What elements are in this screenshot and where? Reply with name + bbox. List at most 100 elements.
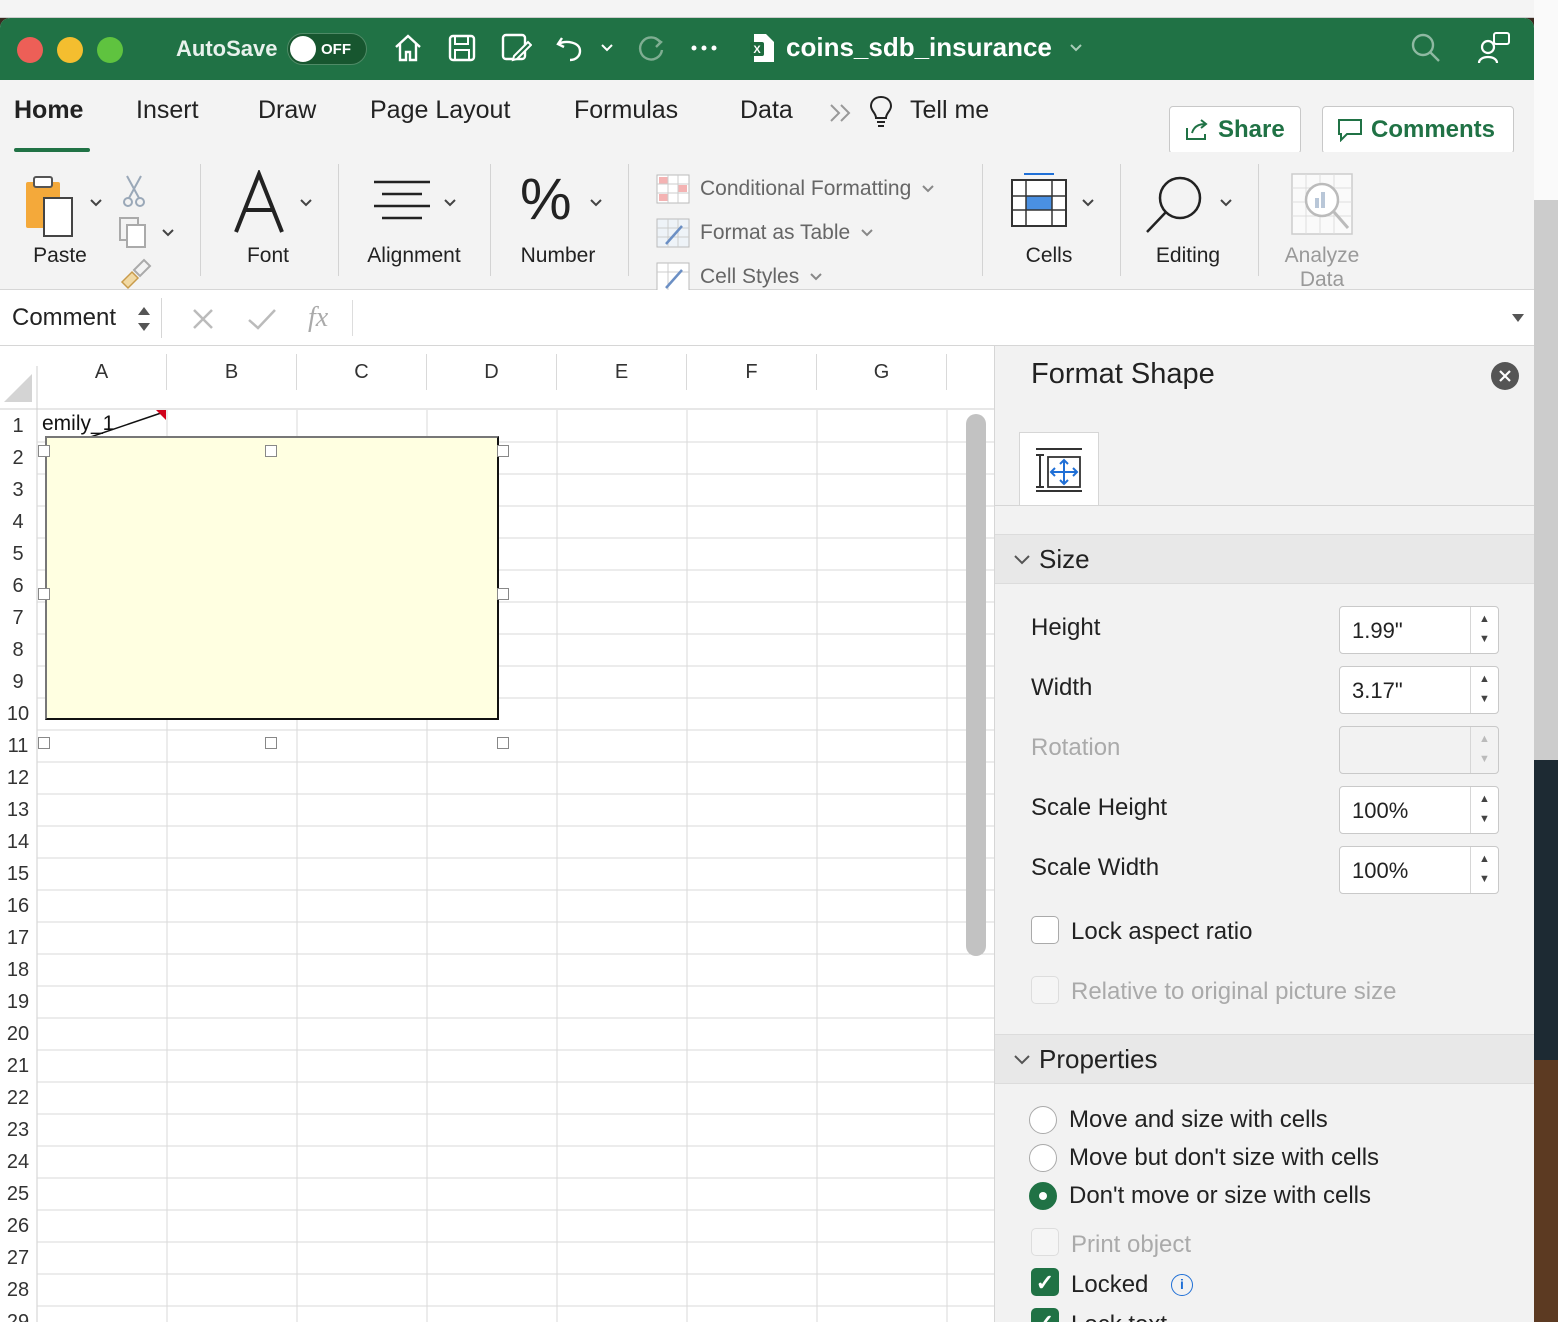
cut-icon[interactable] (120, 174, 148, 213)
row-header[interactable]: 23 (0, 1114, 36, 1146)
radio-move-only[interactable] (1029, 1144, 1057, 1172)
resize-handle-right[interactable] (497, 588, 509, 600)
zoom-window-button[interactable] (97, 37, 123, 63)
title-chevron-down-icon[interactable] (1064, 30, 1088, 66)
analyze-data-label-2[interactable]: Data (1276, 268, 1368, 292)
column-header[interactable]: E (557, 354, 687, 390)
alignment-icon[interactable] (372, 180, 432, 229)
resize-handle-left[interactable] (38, 588, 50, 600)
properties-section-header[interactable]: Properties (995, 1034, 1534, 1084)
analyze-data-icon[interactable] (1290, 172, 1356, 241)
number-dropdown-icon[interactable] (588, 196, 604, 214)
expand-formula-bar-icon[interactable] (1510, 312, 1526, 324)
save-as-icon[interactable] (498, 30, 534, 66)
feedback-icon[interactable] (1476, 30, 1512, 66)
cells-dropdown-icon[interactable] (1080, 196, 1096, 214)
row-header[interactable]: 24 (0, 1146, 36, 1178)
row-header[interactable]: 25 (0, 1178, 36, 1210)
editing-label[interactable]: Editing (1146, 244, 1230, 268)
row-header[interactable]: 19 (0, 986, 36, 1018)
minimize-window-button[interactable] (57, 37, 83, 63)
close-panel-button[interactable] (1491, 362, 1519, 390)
tell-me-search[interactable]: Tell me (910, 96, 989, 125)
editing-search-icon[interactable] (1144, 174, 1210, 241)
autosave-toggle[interactable]: OFF (287, 33, 367, 65)
row-header[interactable]: 22 (0, 1082, 36, 1114)
percent-icon[interactable]: % (520, 166, 572, 233)
undo-dropdown-icon[interactable] (592, 30, 622, 66)
analyze-data-label-1[interactable]: Analyze (1276, 244, 1368, 268)
row-header[interactable]: 8 (0, 634, 36, 666)
resize-handle-top-right[interactable] (497, 445, 509, 457)
row-header[interactable]: 17 (0, 922, 36, 954)
scale-width-spinner[interactable]: 100% ▲ ▼ (1339, 846, 1499, 894)
scale-height-spinner[interactable]: 100% ▲ ▼ (1339, 786, 1499, 834)
lock-aspect-ratio-label[interactable]: Lock aspect ratio (1071, 918, 1252, 946)
radio-move-and-size[interactable] (1029, 1106, 1057, 1134)
radio-move-only-label[interactable]: Move but don't size with cells (1069, 1144, 1379, 1172)
close-window-button[interactable] (17, 37, 43, 63)
alignment-label[interactable]: Alignment (356, 244, 472, 268)
locked-label[interactable]: Locked (1071, 1271, 1148, 1299)
row-header[interactable]: 27 (0, 1242, 36, 1274)
name-box[interactable]: Comment (0, 298, 162, 338)
resize-handle-bottom-right[interactable] (497, 737, 509, 749)
share-button[interactable]: Share (1169, 106, 1301, 154)
cells-label[interactable]: Cells (1010, 244, 1088, 268)
font-dropdown-icon[interactable] (298, 196, 314, 214)
row-header[interactable]: 13 (0, 794, 36, 826)
tab-formulas[interactable]: Formulas (574, 96, 678, 125)
row-header[interactable]: 5 (0, 538, 36, 570)
alignment-dropdown-icon[interactable] (442, 196, 458, 214)
comments-button[interactable]: Comments (1322, 106, 1514, 154)
column-header[interactable]: F (687, 354, 817, 390)
lock-aspect-ratio-checkbox[interactable] (1031, 916, 1059, 944)
paste-icon[interactable] (20, 174, 82, 243)
row-header[interactable]: 26 (0, 1210, 36, 1242)
height-stepper-arrows[interactable]: ▲ ▼ (1470, 607, 1498, 653)
resize-handle-top-left[interactable] (38, 445, 50, 457)
tab-page-layout[interactable]: Page Layout (370, 96, 510, 125)
height-value[interactable]: 1.99" (1352, 618, 1403, 644)
locked-checkbox[interactable]: ✓ (1031, 1268, 1059, 1296)
row-header[interactable]: 29 (0, 1306, 36, 1322)
lock-text-label[interactable]: Lock text (1071, 1311, 1167, 1322)
row-header[interactable]: 28 (0, 1274, 36, 1306)
copy-icon[interactable] (116, 216, 152, 255)
more-tabs-chevron-icon[interactable] (828, 102, 854, 129)
font-icon[interactable] (232, 168, 286, 241)
row-header[interactable]: 20 (0, 1018, 36, 1050)
lock-text-checkbox[interactable]: ✓ (1031, 1308, 1059, 1322)
tab-home[interactable]: Home (14, 96, 83, 125)
row-header[interactable]: 1 (0, 410, 36, 442)
confirm-entry-icon[interactable] (246, 306, 278, 332)
row-header[interactable]: 18 (0, 954, 36, 986)
width-value[interactable]: 3.17" (1352, 678, 1403, 704)
tab-insert[interactable]: Insert (136, 96, 199, 125)
home-icon[interactable] (390, 30, 426, 66)
font-label[interactable]: Font (228, 244, 308, 268)
conditional-formatting-button[interactable]: Conditional Formatting (656, 174, 935, 204)
row-header[interactable]: 16 (0, 890, 36, 922)
row-header[interactable]: 9 (0, 666, 36, 698)
copy-dropdown-icon[interactable] (160, 226, 176, 244)
scale-width-stepper-arrows[interactable]: ▲ ▼ (1470, 847, 1498, 893)
undo-icon[interactable] (552, 30, 588, 66)
redo-icon[interactable] (632, 30, 668, 66)
tab-draw[interactable]: Draw (258, 96, 316, 125)
cells-icon[interactable] (1010, 172, 1068, 233)
radio-dont-move-label[interactable]: Don't move or size with cells (1069, 1182, 1371, 1210)
column-header[interactable]: G (817, 354, 947, 390)
cell-styles-button[interactable]: Cell Styles (656, 262, 823, 292)
row-header[interactable]: 6 (0, 570, 36, 602)
row-header[interactable]: 4 (0, 506, 36, 538)
info-icon[interactable]: i (1171, 1274, 1193, 1296)
radio-move-and-size-label[interactable]: Move and size with cells (1069, 1106, 1328, 1134)
search-icon[interactable] (1408, 30, 1444, 66)
row-header[interactable]: 15 (0, 858, 36, 890)
document-title[interactable]: coins_sdb_insurance (786, 32, 1052, 63)
cancel-entry-icon[interactable] (190, 306, 216, 332)
select-all-corner[interactable] (4, 374, 32, 402)
scale-height-value[interactable]: 100% (1352, 798, 1408, 824)
column-header[interactable]: D (427, 354, 557, 390)
